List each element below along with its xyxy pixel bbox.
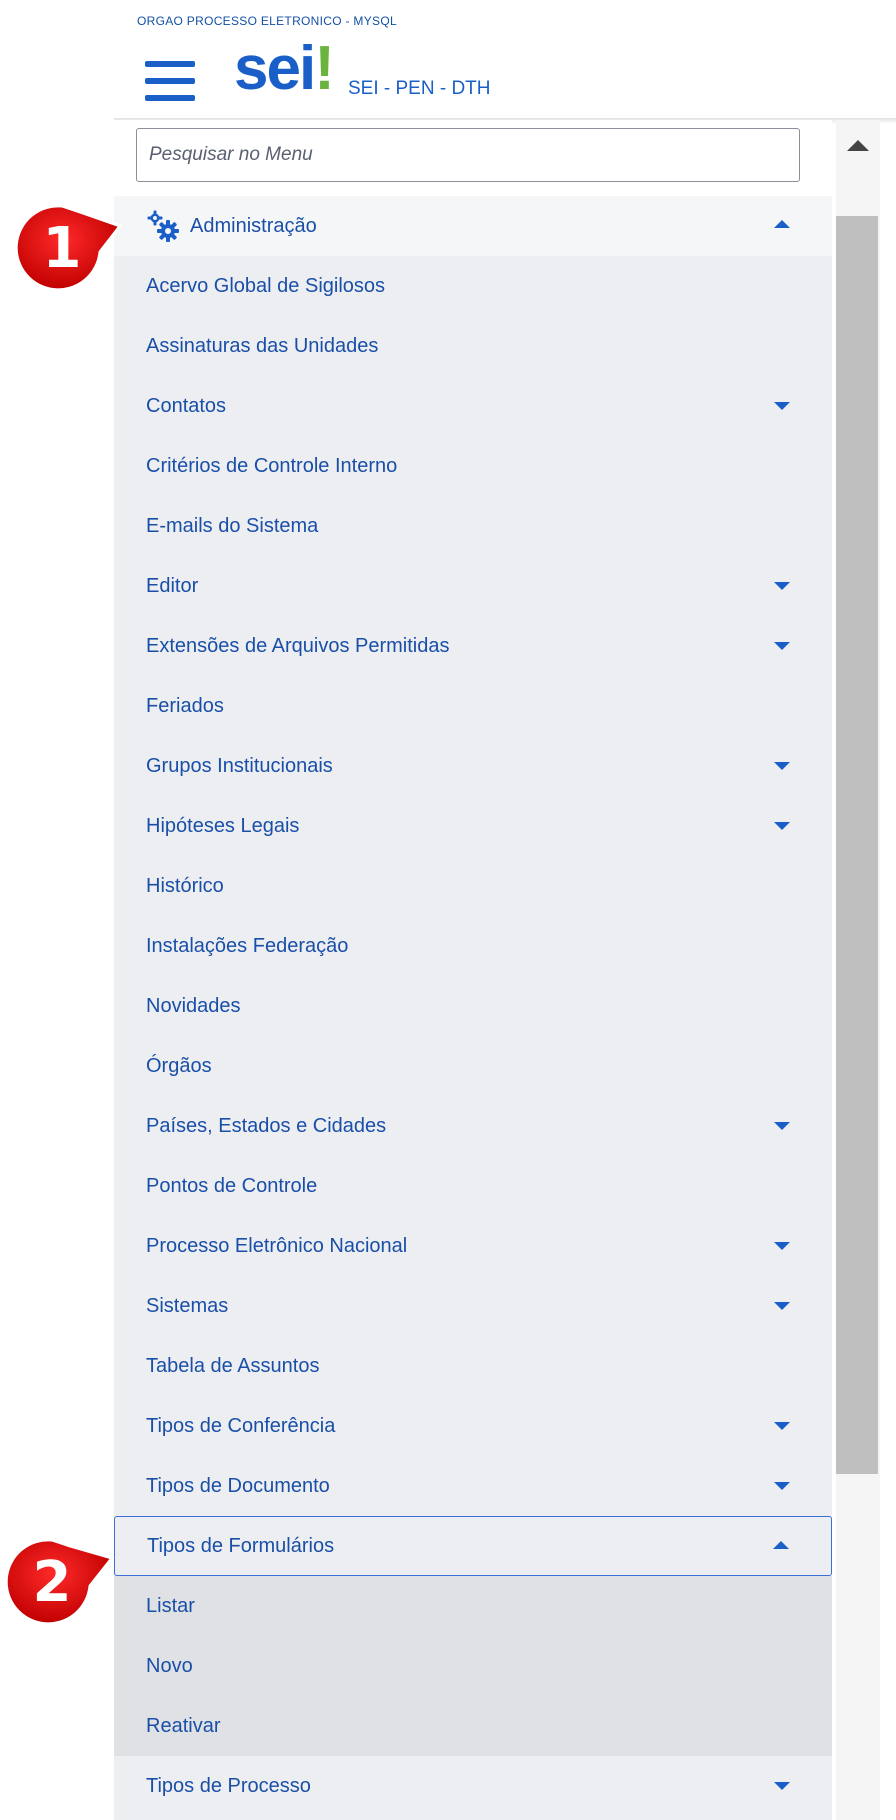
menu-item-assinaturas-das-unidades[interactable]: Assinaturas das Unidades [114, 316, 832, 376]
menu-item-label: Processo Eletrônico Nacional [146, 1234, 408, 1257]
menu-item-label: Feriados [146, 694, 224, 717]
menu-item-e-mails-do-sistema[interactable]: E-mails do Sistema [114, 496, 832, 556]
menu-section-administracao[interactable]: Administração [114, 196, 832, 256]
menu-item-label: Acervo Global de Sigilosos [146, 274, 386, 297]
menu-item-processo-eletronico-nacional[interactable]: Processo Eletrônico Nacional [114, 1216, 832, 1276]
scroll-up-arrow-icon[interactable] [847, 140, 869, 151]
chevron-down-icon [774, 822, 790, 830]
logo-mark: ! [314, 34, 335, 103]
menu-item-label: Tipos de Processo [146, 1774, 311, 1797]
menu-item-extensoes-de-arquivos-permitidas[interactable]: Extensões de Arquivos Permitidas [114, 616, 832, 676]
menu-items: Acervo Global de Sigilosos Assinaturas da… [114, 256, 832, 1516]
menu-item-sistemas[interactable]: Sistemas [114, 1276, 832, 1336]
menu-item-label: Extensões de Arquivos Permitidas [146, 634, 450, 657]
search-area [114, 120, 832, 196]
submenu-item-reativar[interactable]: Reativar [114, 1696, 832, 1756]
submenu-item-listar[interactable]: Listar [114, 1576, 832, 1636]
chevron-down-icon [774, 402, 790, 410]
menu-list: Administração Acervo Global de Sigilosos… [114, 196, 832, 1816]
menu-item-feriados[interactable]: Feriados [114, 676, 832, 736]
menu-item-label: Editor [146, 574, 199, 597]
logo-text: sei [234, 34, 316, 103]
chevron-down-icon [774, 1422, 790, 1430]
submenu-item-label: Novo [146, 1654, 193, 1677]
menu-item-label: Assinaturas das Unidades [146, 334, 379, 357]
menu-item-tipos-de-conferencia[interactable]: Tipos de Conferência [114, 1396, 832, 1456]
menu-item-label: Hipóteses Legais [146, 814, 300, 837]
callout-number: 2 [32, 1549, 72, 1615]
menu-item-label: Novidades [146, 994, 241, 1017]
menu-search-input[interactable] [136, 128, 800, 182]
scrollbar-thumb[interactable] [836, 216, 878, 1474]
menu-item-tipos-de-processo[interactable]: Tipos de Processo [114, 1756, 832, 1816]
submenu-item-label: Reativar [146, 1714, 221, 1737]
menu-item-label: Sistemas [146, 1294, 229, 1317]
organization-name: ORGAO PROCESSO ELETRONICO - MYSQL [137, 14, 397, 28]
menu-item-label: Grupos Institucionais [146, 754, 333, 777]
menu-item-contatos[interactable]: Contatos [114, 376, 832, 436]
callout-number: 1 [42, 215, 82, 281]
chevron-down-icon [774, 1482, 790, 1490]
menu-item-criterios-de-controle-interno[interactable]: Critérios de Controle Interno [114, 436, 832, 496]
chevron-down-icon [774, 1122, 790, 1130]
menu-item-label: Pontos de Controle [146, 1174, 318, 1197]
system-name: SEI - PEN - DTH [348, 78, 491, 99]
menu-item-label: Tipos de Conferência [146, 1414, 336, 1437]
menu-item-tipos-de-formularios[interactable]: Tipos de Formulários [114, 1516, 832, 1576]
menu-item-label: E-mails do Sistema [146, 514, 319, 537]
menu-item-label: Instalações Federação [146, 934, 349, 957]
hamburger-menu-icon[interactable] [145, 59, 195, 103]
menu-section-label: Administração [190, 214, 317, 237]
chevron-down-icon [774, 1242, 790, 1250]
menu-item-label: Contatos [146, 394, 227, 417]
menu-item-label: Tipos de Documento [146, 1474, 330, 1497]
chevron-down-icon [774, 1782, 790, 1790]
menu-item-novidades[interactable]: Novidades [114, 976, 832, 1036]
menu-item-acervo-global-de-sigilosos[interactable]: Acervo Global de Sigilosos [114, 256, 832, 316]
menu-item-editor[interactable]: Editor [114, 556, 832, 616]
side-menu-panel: Administração Acervo Global de Sigilosos… [114, 120, 832, 1820]
chevron-up-icon [774, 220, 790, 228]
menu-item-paises-estados-e-cidades[interactable]: Países, Estados e Cidades [114, 1096, 832, 1156]
callout-marker-1: 1 [10, 196, 130, 316]
callout-marker-2: 2 [0, 1530, 120, 1650]
menu-item-tabela-de-assuntos[interactable]: Tabela de Assuntos [114, 1336, 832, 1396]
submenu-item-label: Listar [146, 1594, 195, 1617]
submenu-item-novo[interactable]: Novo [114, 1636, 832, 1696]
chevron-down-icon [774, 642, 790, 650]
menu-item-instalacoes-federacao[interactable]: Instalações Federação [114, 916, 832, 976]
menu-item-pontos-de-controle[interactable]: Pontos de Controle [114, 1156, 832, 1216]
menu-items-after: Tipos de Processo [114, 1756, 832, 1816]
submenu-tipos-de-formularios: Listar Novo Reativar [114, 1576, 832, 1756]
menu-item-label: Órgãos [146, 1054, 212, 1077]
chevron-down-icon [774, 1302, 790, 1310]
menu-item-label: Critérios de Controle Interno [146, 454, 398, 477]
gears-icon [146, 209, 180, 243]
menu-item-hipoteses-legais[interactable]: Hipóteses Legais [114, 796, 832, 856]
sei-logo[interactable]: sei! [234, 38, 335, 100]
chevron-up-icon [773, 1541, 789, 1549]
menu-item-orgaos[interactable]: Órgãos [114, 1036, 832, 1096]
menu-item-label: Tabela de Assuntos [146, 1354, 320, 1377]
menu-item-label: Países, Estados e Cidades [146, 1114, 387, 1137]
chevron-down-icon [774, 582, 790, 590]
scrollbar[interactable] [836, 120, 880, 1820]
menu-item-historico[interactable]: Histórico [114, 856, 832, 916]
menu-item-label: Tipos de Formulários [147, 1534, 335, 1557]
menu-item-grupos-institucionais[interactable]: Grupos Institucionais [114, 736, 832, 796]
chevron-down-icon [774, 762, 790, 770]
menu-item-label: Histórico [146, 874, 224, 897]
menu-item-tipos-de-documento[interactable]: Tipos de Documento [114, 1456, 832, 1516]
